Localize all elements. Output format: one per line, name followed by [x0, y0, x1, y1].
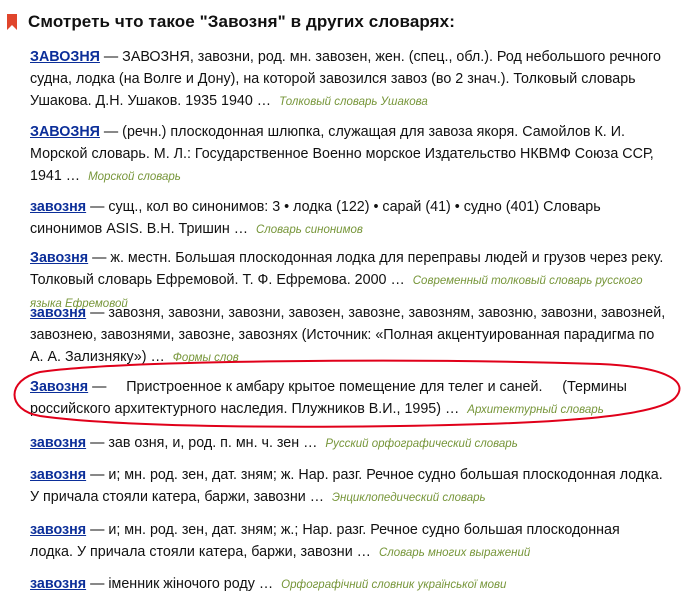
list-item: завозня — завозня, завозни, завозни, зав… — [30, 302, 666, 369]
list-item: ЗАВОЗНЯ — ЗАВОЗНЯ, завозни, род. мн. зав… — [30, 46, 666, 113]
section-title: Смотреть что такое "Завозня" в других сл… — [28, 12, 455, 31]
entry-source-link[interactable]: Формы слов — [173, 352, 239, 364]
entry-term-link[interactable]: Завозня — [30, 379, 88, 395]
entry-term-link[interactable]: завозня — [30, 467, 86, 483]
entry-definition: — и; мн. род. зен, дат. зням; ж.; Нар. р… — [30, 522, 620, 560]
entry-definition: — завозня, завозни, завозни, завозен, за… — [30, 305, 666, 365]
entry-definition: — іменник жіночого роду … — [86, 576, 274, 592]
entry-source-link[interactable]: Энциклопедический словарь — [332, 492, 486, 504]
entry-source-link[interactable]: Словарь многих выражений — [379, 547, 530, 559]
entry-term-link[interactable]: завозня — [30, 576, 86, 592]
entry-term-link[interactable]: ЗАВОЗНЯ — [30, 49, 100, 65]
entry-source-link[interactable]: Словарь синонимов — [256, 224, 363, 236]
entry-source-link[interactable]: Русский орфографический словарь — [325, 438, 517, 450]
list-item: завозня — и; мн. род. зен, дат. зням; ж.… — [30, 464, 666, 509]
entry-definition: — зав озня, и, род. п. мн. ч. зен … — [86, 435, 318, 451]
entry-term-link[interactable]: завозня — [30, 435, 86, 451]
list-item-highlighted: Завозня — Пристроенное к амбару крытое п… — [30, 376, 666, 421]
entry-source-link[interactable]: Морской словарь — [88, 171, 181, 183]
entry-source-link[interactable]: Толковый словарь Ушакова — [279, 96, 428, 108]
list-item: завозня — іменник жіночого роду … Орфогра… — [30, 573, 666, 596]
entry-term-link[interactable]: Завозня — [30, 250, 88, 266]
entry-term-link[interactable]: завозня — [30, 522, 86, 538]
entry-term-link[interactable]: завозня — [30, 199, 86, 215]
list-item: ЗАВОЗНЯ — (речн.) плоскодонная шлюпка, с… — [30, 121, 666, 188]
entry-source-link[interactable]: Архитектурный словарь — [467, 404, 603, 416]
list-item: завозня — сущ., кол во синонимов: 3 • ло… — [30, 196, 666, 241]
bookmark-icon — [7, 14, 17, 30]
list-item: завозня — зав озня, и, род. п. мн. ч. зе… — [30, 432, 666, 455]
entry-term-link[interactable]: ЗАВОЗНЯ — [30, 124, 100, 140]
entry-term-link[interactable]: завозня — [30, 305, 86, 321]
section-header: Смотреть что такое "Завозня" в других сл… — [6, 10, 455, 34]
page: Смотреть что такое "Завозня" в других сл… — [0, 0, 696, 600]
list-item: завозня — и; мн. род. зен, дат. зням; ж.… — [30, 519, 666, 564]
entry-source-link[interactable]: Орфографічний словник української мови — [281, 579, 506, 591]
